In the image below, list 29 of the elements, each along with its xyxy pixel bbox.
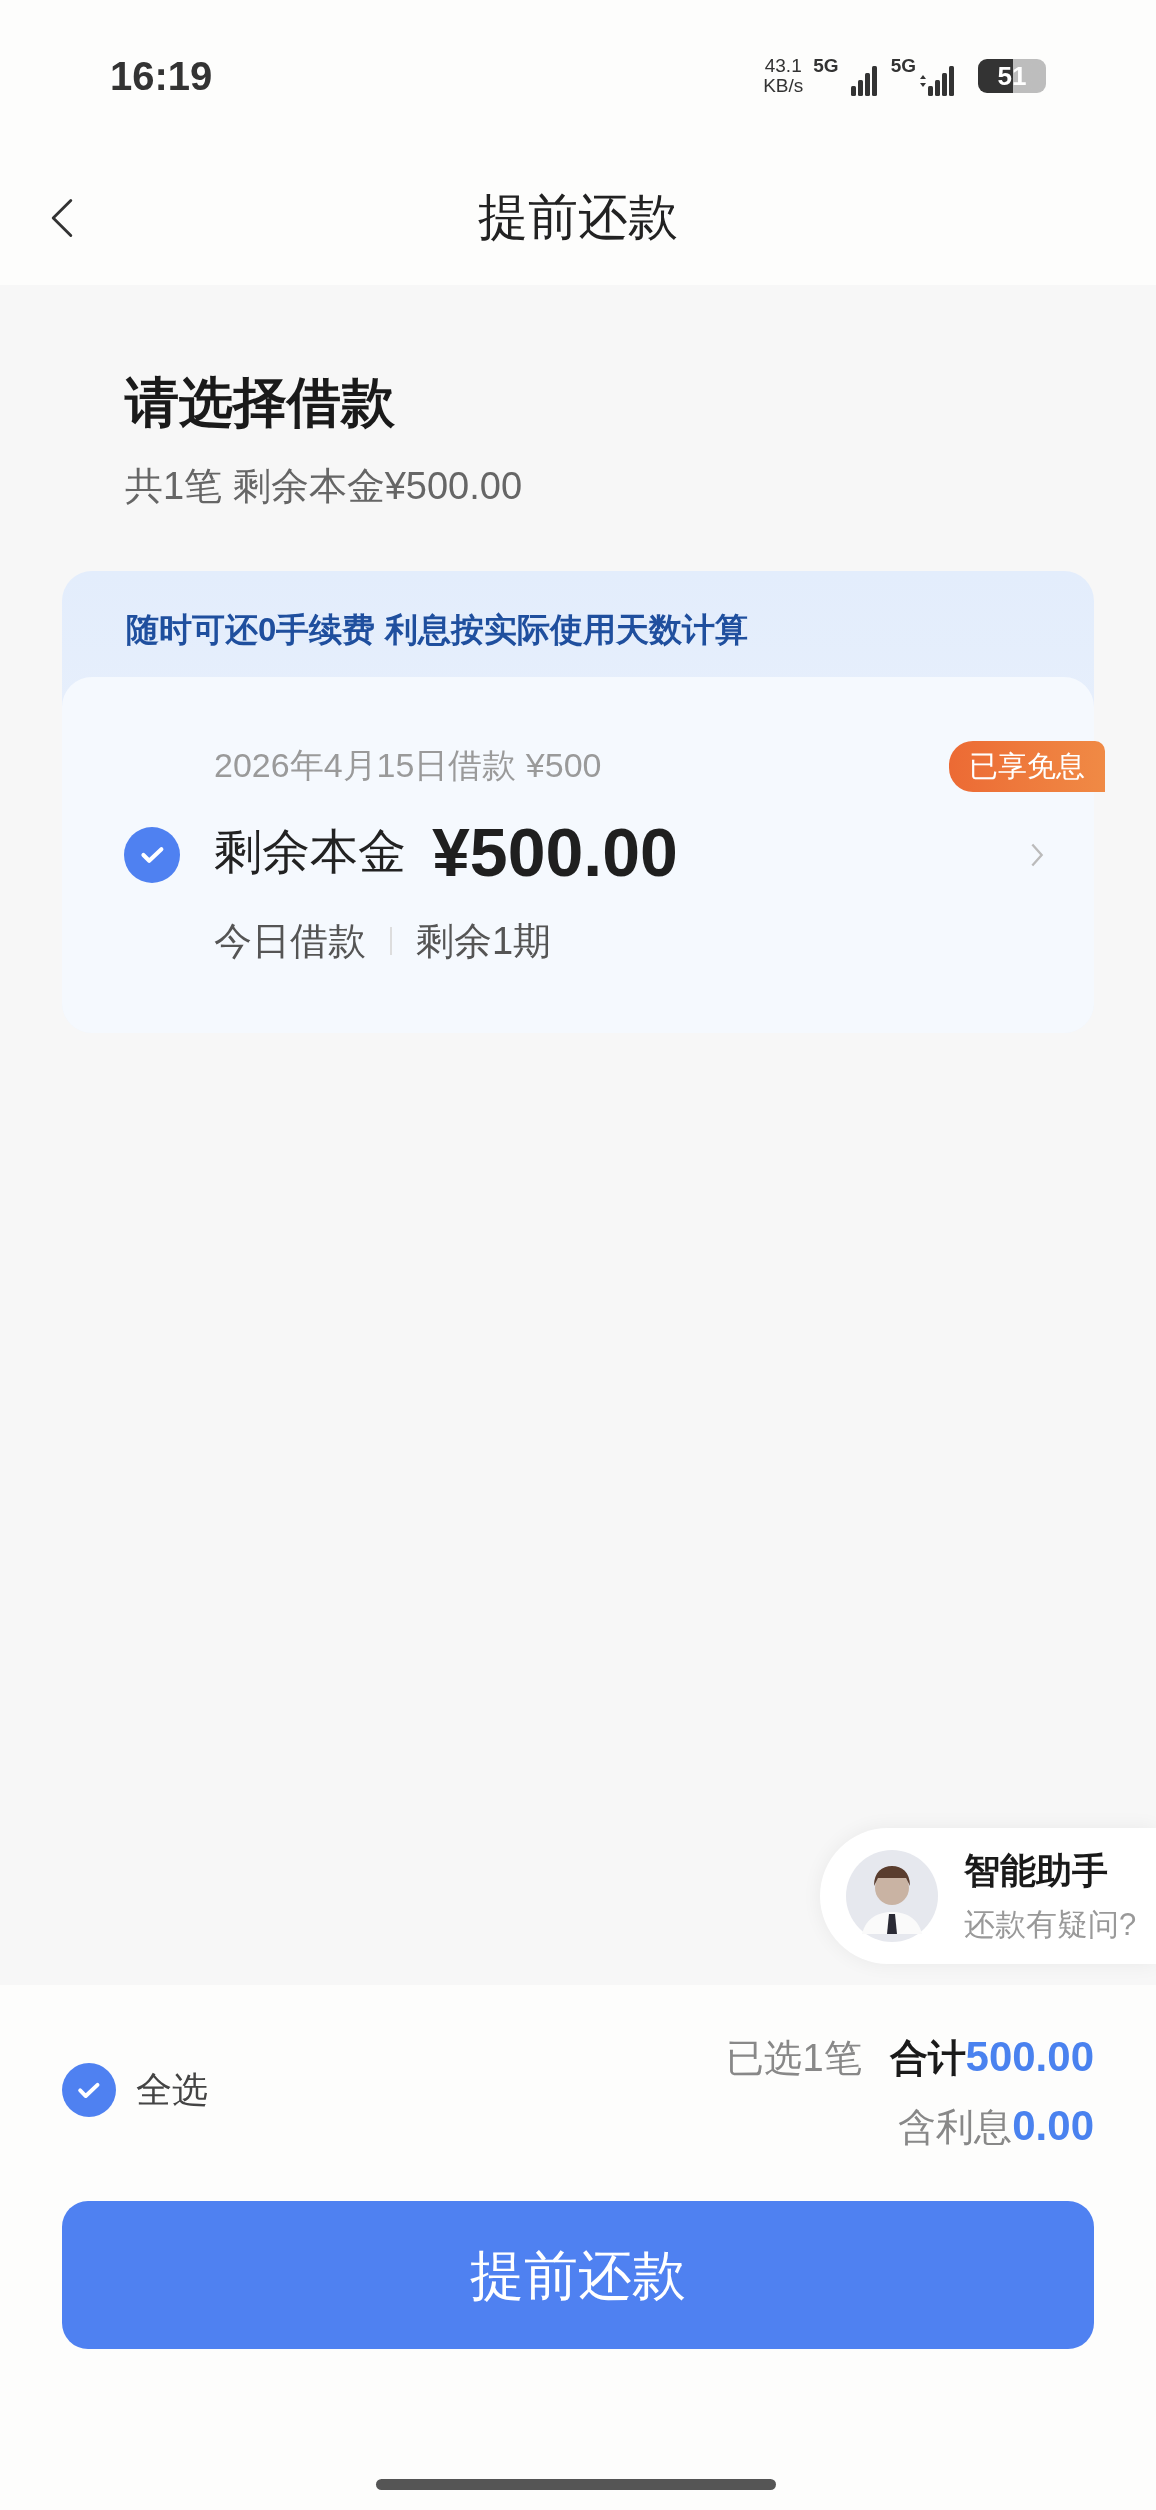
- assistant-subtitle: 还款有疑问?: [964, 1905, 1137, 1944]
- avatar-icon: [846, 1850, 938, 1942]
- speed-unit: KB/s: [763, 76, 804, 96]
- chevron-right-icon: [1030, 841, 1044, 868]
- network-type: 5G: [813, 56, 839, 75]
- principal-amount: ¥500.00: [432, 812, 678, 892]
- checkbox[interactable]: [62, 2063, 116, 2117]
- interest-amount: 0.00: [1012, 2101, 1094, 2151]
- banner-text: 随时可还0手续费 利息按实际使用天数计算: [125, 610, 749, 650]
- loan-tag: 剩余1期: [416, 912, 552, 970]
- assistant-title: 智能助手: [964, 1848, 1109, 1893]
- interest-label: 含利息: [898, 2105, 1013, 2150]
- page-title: 提前还款: [478, 188, 678, 247]
- back-icon: [51, 198, 73, 238]
- select-all-label[interactable]: 全选: [136, 2063, 208, 2117]
- section-heading: 请选择借款: [125, 375, 396, 429]
- interest-free-badge: 已享免息: [949, 740, 1105, 792]
- loan-summary: 共1笔 剩余本金¥500.00: [125, 467, 524, 505]
- principal-label: 剩余本金: [214, 823, 406, 880]
- total-label: 合计: [889, 2036, 966, 2081]
- network-type: 5G: [890, 56, 916, 75]
- loan-tag: 今日借款: [214, 912, 366, 970]
- selected-count: 已选1笔: [726, 2036, 862, 2081]
- repay-button[interactable]: 提前还款: [62, 2201, 1094, 2349]
- total-amount: 500.00: [965, 2032, 1094, 2082]
- assistant-pill[interactable]: 智能助手 还款有疑问?: [820, 1828, 1156, 1964]
- status-time: 16:19: [110, 53, 213, 100]
- network-speed: 43.1: [764, 56, 802, 76]
- loan-date: 2026年4月15日借款 ¥500: [214, 744, 603, 786]
